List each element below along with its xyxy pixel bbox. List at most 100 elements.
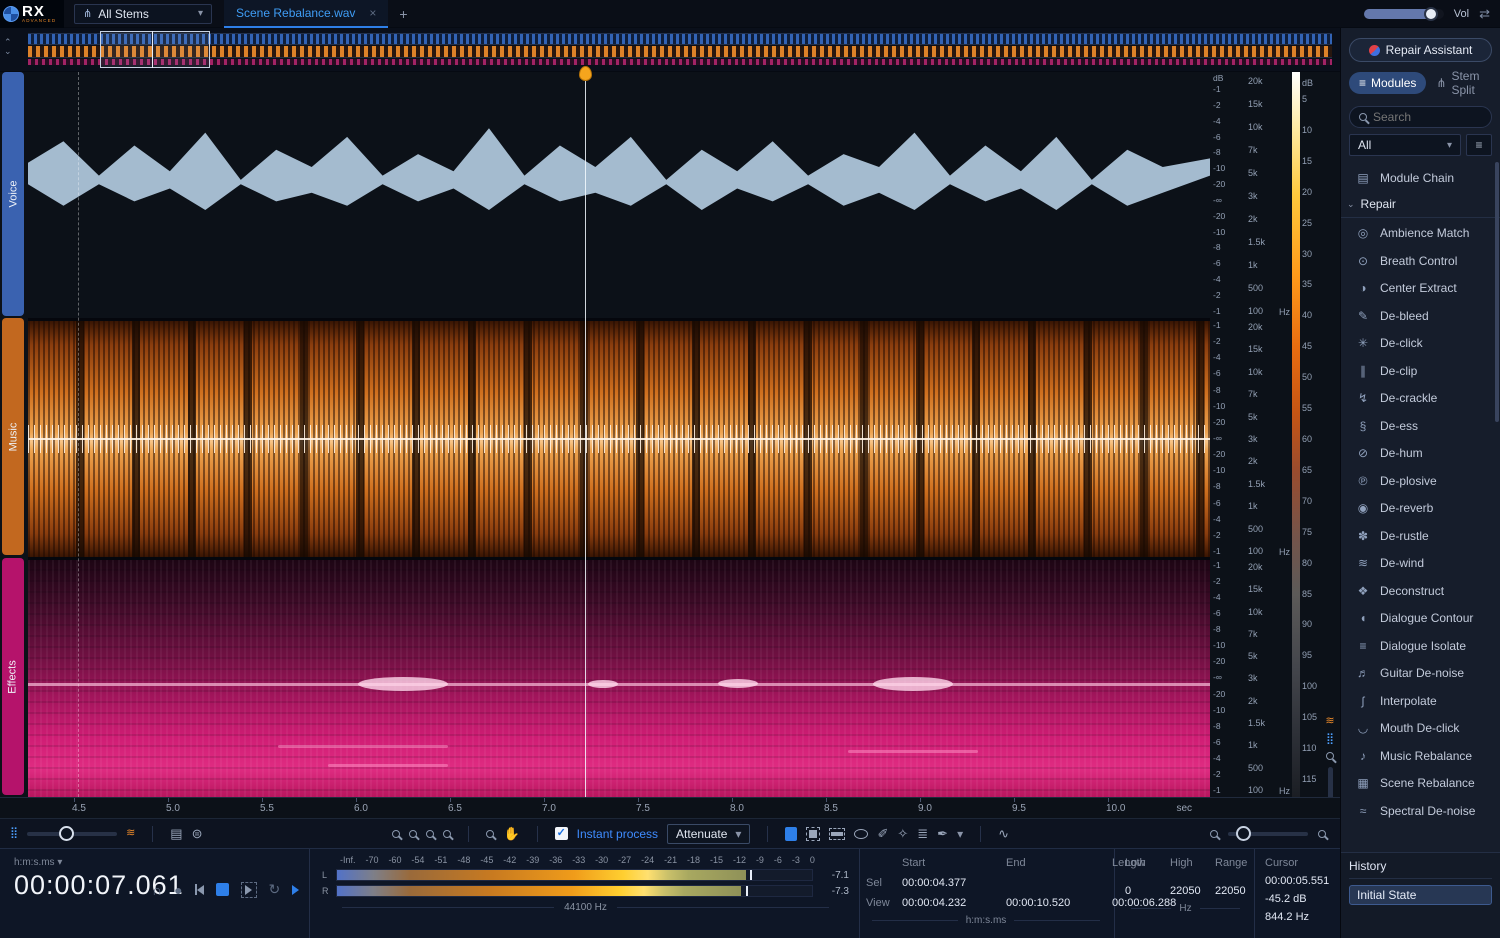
loop-playback-icon[interactable]: ↻ [269, 881, 281, 898]
frequency-selection-tool-icon[interactable] [829, 828, 845, 840]
module-item[interactable]: ⊙ Breath Control [1341, 247, 1500, 275]
volume-slider-knob[interactable] [1424, 7, 1438, 21]
magnify-tool-icon[interactable] [486, 830, 494, 838]
module-item[interactable]: ℗ De-plosive [1341, 467, 1500, 495]
module-search[interactable] [1349, 106, 1492, 128]
module-item[interactable]: § De-ess [1341, 412, 1500, 440]
module-item[interactable]: ✳ De-click [1341, 330, 1500, 358]
time-tick-label: 5.0 [166, 798, 260, 814]
wave-spectrogram-blend-slider[interactable] [27, 832, 117, 836]
lasso-selection-tool-icon[interactable] [854, 829, 868, 839]
process-mode-dropdown[interactable]: Attenuate ▾ [667, 824, 750, 844]
module-item[interactable]: ◉ De-reverb [1341, 495, 1500, 523]
module-list-scrollbar[interactable] [1495, 162, 1499, 422]
playhead-line[interactable] [585, 72, 586, 797]
freq-low-value[interactable]: 0 [1125, 885, 1170, 897]
module-item[interactable]: ◡ Mouth De-click [1341, 715, 1500, 743]
horizontal-zoom-in-icon[interactable] [1318, 830, 1326, 838]
playhead-marker[interactable] [579, 66, 592, 81]
stem-tab[interactable]: Music [2, 318, 24, 555]
module-filter-dropdown[interactable]: All ▾ [1349, 134, 1461, 156]
magic-wand-tool-icon[interactable]: ✧ [897, 826, 908, 842]
history-item[interactable]: Initial State [1349, 885, 1492, 905]
view-start-value[interactable]: 00:00:04.232 [902, 897, 1006, 909]
horizontal-zoom-out-icon[interactable] [1210, 830, 1218, 838]
zoom-reset-icon[interactable] [443, 830, 451, 838]
file-tab[interactable]: Scene Rebalance.wav × [224, 0, 388, 28]
play-selection-icon[interactable] [292, 885, 299, 895]
time-selection-tool-icon[interactable] [785, 827, 797, 841]
freq-high-value[interactable]: 22050 [1170, 885, 1215, 897]
overview-minimap[interactable]: ⌃⌄ [0, 28, 1340, 72]
module-item[interactable]: ♪ Music Rebalance [1341, 742, 1500, 770]
repair-section-header[interactable]: ⌄ Repair [1341, 192, 1500, 218]
draw-tool-icon[interactable]: ✒ [937, 826, 948, 842]
music-spectrogram[interactable] [28, 321, 1210, 558]
module-item[interactable]: ✎ De-bleed [1341, 302, 1500, 330]
repair-assistant-icon [1369, 45, 1380, 56]
tab-close-icon[interactable]: × [369, 6, 376, 20]
new-tab-button[interactable]: + [388, 6, 418, 22]
overview-view-window[interactable] [100, 31, 210, 68]
module-item[interactable]: ⊘ De-hum [1341, 440, 1500, 468]
waveform-display-toggle-icon[interactable]: ⣿ [10, 828, 18, 839]
module-item[interactable]: ✽ De-rustle [1341, 522, 1500, 550]
time-format-selector[interactable]: h:m:s.ms ▾ [14, 857, 309, 868]
module-item[interactable]: ∥ De-clip [1341, 357, 1500, 385]
io-routing-icon[interactable]: ⇄ [1479, 6, 1490, 22]
zoom-selection-icon[interactable] [426, 830, 434, 838]
effects-amplitude-scale: -1-2-4-6-8-10-20-∞-20-10-8-6-4-2-1 [1210, 558, 1240, 797]
monitor-headphones-icon[interactable]: ∩ [152, 882, 162, 898]
module-item[interactable]: ▦ Scene Rebalance [1341, 770, 1500, 798]
module-item[interactable]: ◖ Dialogue Contour [1341, 605, 1500, 633]
layout-list-icon[interactable]: ▤ [170, 826, 182, 842]
time-ruler[interactable]: 4.55.05.56.06.57.07.58.08.59.09.510.0 se… [0, 797, 1340, 818]
zoom-in-icon[interactable] [392, 830, 400, 838]
stem-tab[interactable]: Voice [2, 72, 24, 316]
tool-options-chevron-icon[interactable]: ▾ [957, 827, 963, 841]
tab-stem-split[interactable]: ⋔ Stem Split [1430, 72, 1492, 94]
stems-dropdown[interactable]: ⋔ All Stems ▾ [74, 4, 212, 24]
spectrogram-view-icon[interactable]: ≋ [1325, 716, 1334, 727]
module-menu-button[interactable]: ≡ [1466, 134, 1492, 156]
stem-tab[interactable]: Effects [2, 558, 24, 795]
effects-spectrogram[interactable] [28, 560, 1210, 797]
play-button[interactable] [241, 882, 257, 898]
find-similar-tool-icon[interactable]: ∿ [998, 826, 1009, 842]
horizontal-zoom-slider[interactable] [1228, 832, 1308, 836]
module-item[interactable]: ❖ Deconstruct [1341, 577, 1500, 605]
annotations-icon[interactable]: ⊜ [192, 826, 203, 842]
waveform-view-icon[interactable]: ⣿ [1326, 734, 1334, 745]
repair-assistant-button[interactable]: Repair Assistant [1349, 38, 1492, 62]
module-item[interactable]: ↯ De-crackle [1341, 385, 1500, 413]
hand-tool-icon[interactable]: ✋ [503, 826, 519, 842]
view-end-value[interactable]: 00:00:10.520 [1006, 897, 1112, 909]
module-item[interactable]: ≋ De-wind [1341, 550, 1500, 578]
tab-modules[interactable]: ≡ Modules [1349, 72, 1426, 94]
module-item[interactable]: ♬ Guitar De-noise [1341, 660, 1500, 688]
selection-start-value[interactable]: 00:00:04.377 [902, 877, 1006, 889]
record-icon[interactable]: ● [174, 882, 182, 898]
module-item[interactable]: ≡ Dialogue Isolate [1341, 632, 1500, 660]
adjust-lines-tool-icon[interactable]: ≣ [917, 826, 928, 842]
zoom-out-icon[interactable] [409, 830, 417, 838]
stop-button[interactable] [216, 883, 229, 896]
brush-selection-tool-icon[interactable]: ✐ [877, 826, 888, 842]
search-input[interactable] [1373, 110, 1473, 124]
module-item[interactable]: ≈ Spectral De-noise [1341, 797, 1500, 825]
module-item[interactable]: ◑ Center Extract [1341, 275, 1500, 303]
voice-spectrogram[interactable] [28, 72, 1210, 318]
module-item[interactable]: ʃ Interpolate [1341, 687, 1500, 715]
overview-collapse-icon[interactable]: ⌃⌄ [4, 38, 12, 56]
vertical-zoom-in-icon[interactable] [1326, 752, 1334, 760]
go-to-start-button[interactable] [195, 884, 204, 895]
module-item[interactable]: ◎ Ambience Match [1341, 220, 1500, 248]
volume-slider[interactable] [1364, 9, 1444, 19]
instant-process-label[interactable]: Instant process [577, 827, 658, 841]
right-peak-value: -7.3 [819, 886, 849, 897]
module-chain-item[interactable]: ▤ Module Chain [1341, 164, 1500, 192]
instant-process-checkbox[interactable]: ✓ [555, 827, 568, 840]
time-frequency-selection-tool-icon[interactable] [806, 827, 820, 841]
spectrogram-display-toggle-icon[interactable]: ≋ [126, 828, 135, 839]
freq-range-value[interactable]: 22050 [1215, 885, 1257, 897]
